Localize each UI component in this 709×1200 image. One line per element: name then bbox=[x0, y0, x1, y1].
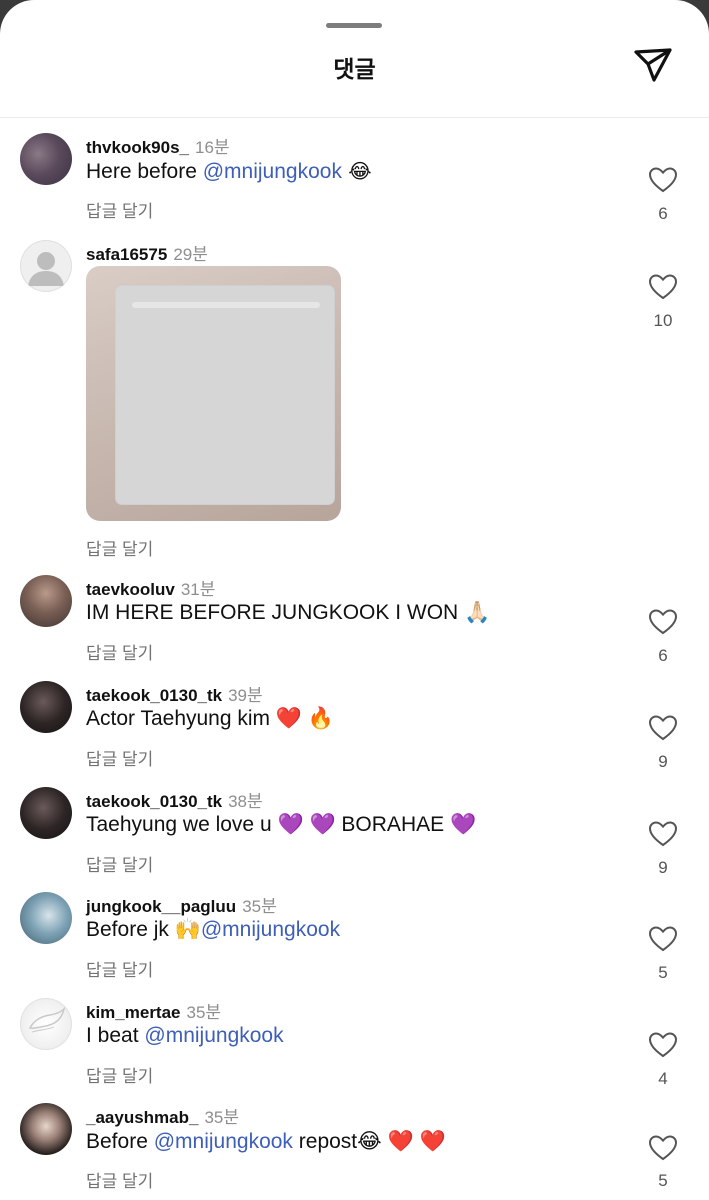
like-count: 6 bbox=[658, 204, 668, 223]
comment-text: Taehyung we love u 💜 💜 BORAHAE 💜 bbox=[86, 813, 477, 836]
like-count: 9 bbox=[658, 858, 668, 877]
avatar[interactable] bbox=[20, 133, 72, 185]
sheet-grabber-handle[interactable] bbox=[326, 23, 382, 28]
reply-button[interactable]: 답글 달기 bbox=[86, 1167, 153, 1192]
comment-username[interactable]: taekook_0130_tk bbox=[86, 792, 222, 811]
comment-time: 35분 bbox=[186, 1003, 222, 1022]
comment-time: 31분 bbox=[180, 580, 216, 599]
comment-text: Actor Taehyung kim ❤️ 🔥 bbox=[86, 707, 335, 730]
reply-button[interactable]: 답글 달기 bbox=[86, 1062, 153, 1087]
reply-button[interactable]: 답글 달기 bbox=[86, 956, 153, 981]
mention-link[interactable]: @mnijungkook bbox=[203, 160, 342, 183]
avatar[interactable] bbox=[20, 681, 72, 733]
comment-username[interactable]: taevkooluv bbox=[86, 580, 175, 599]
like-count: 4 bbox=[658, 1069, 668, 1088]
comment-text: I beat @mnijungkook bbox=[86, 1024, 284, 1047]
comment-text: Before @mnijungkook repost😂 ❤️ ❤️ bbox=[86, 1130, 446, 1153]
comment-text: Here before @mnijungkook 😂 bbox=[86, 159, 372, 183]
avatar[interactable] bbox=[20, 787, 72, 839]
mention-link[interactable]: @mnijungkook bbox=[201, 918, 340, 941]
heart-icon[interactable] bbox=[648, 1031, 678, 1059]
paper-plane-icon bbox=[634, 48, 672, 82]
mention-link[interactable]: @mnijungkook bbox=[154, 1130, 293, 1153]
reply-button[interactable]: 답글 달기 bbox=[86, 851, 153, 876]
reply-button[interactable]: 답글 달기 bbox=[86, 197, 153, 222]
heart-icon[interactable] bbox=[648, 608, 678, 636]
avatar[interactable] bbox=[20, 998, 72, 1050]
comment-text: Before jk 🙌@mnijungkook bbox=[86, 918, 341, 941]
default-user-icon bbox=[28, 252, 64, 286]
heart-icon[interactable] bbox=[648, 714, 678, 742]
reply-button[interactable]: 답글 달기 bbox=[86, 535, 153, 560]
wings-logo-icon bbox=[28, 1006, 66, 1033]
page-title: 댓글 bbox=[333, 56, 376, 82]
mention-link[interactable]: @mnijungkook bbox=[144, 1024, 283, 1047]
reply-button[interactable]: 답글 달기 bbox=[86, 639, 153, 664]
avatar[interactable] bbox=[20, 575, 72, 627]
like-count: 5 bbox=[658, 963, 668, 982]
comment-username[interactable]: kim_mertae bbox=[86, 1003, 181, 1022]
avatar[interactable] bbox=[20, 240, 72, 292]
comment-time: 35분 bbox=[204, 1108, 240, 1127]
comment-image-attachment[interactable] bbox=[86, 266, 341, 521]
comments-sheet: 댓글 thvkook90s_ 16분 Here before @mnijungko… bbox=[0, 0, 709, 1200]
comment-text: IM HERE BEFORE JUNGKOOK I WON 🙏🏻 bbox=[86, 601, 491, 624]
like-count: 5 bbox=[658, 1171, 668, 1190]
comment-time: 35분 bbox=[242, 897, 277, 916]
heart-icon[interactable] bbox=[648, 273, 678, 301]
comment-time: 39분 bbox=[228, 686, 263, 705]
comment-username[interactable]: _aayushmab_ bbox=[86, 1108, 198, 1127]
like-count: 9 bbox=[658, 752, 668, 771]
like-count: 6 bbox=[658, 646, 668, 665]
comment-username[interactable]: taekook_0130_tk bbox=[86, 686, 222, 705]
avatar[interactable] bbox=[20, 892, 72, 944]
comment-time: 38분 bbox=[228, 792, 263, 811]
like-count: 10 bbox=[653, 311, 673, 330]
heart-icon[interactable] bbox=[648, 925, 678, 953]
blurred-image-overlay bbox=[116, 286, 334, 504]
comment-time: 29분 bbox=[173, 245, 208, 264]
comment-username[interactable]: safa16575 bbox=[86, 245, 167, 264]
comment-time: 16분 bbox=[195, 138, 230, 157]
send-button[interactable] bbox=[632, 44, 674, 86]
comment-username[interactable]: jungkook__pagluu bbox=[86, 897, 236, 916]
comment-username[interactable]: thvkook90s_ bbox=[86, 138, 189, 157]
header-divider bbox=[0, 117, 709, 118]
heart-icon[interactable] bbox=[648, 1134, 678, 1162]
heart-icon[interactable] bbox=[648, 166, 678, 194]
reply-button[interactable]: 답글 달기 bbox=[86, 745, 153, 770]
avatar[interactable] bbox=[20, 1103, 72, 1155]
blurred-bar bbox=[132, 302, 320, 308]
heart-icon[interactable] bbox=[648, 820, 678, 848]
